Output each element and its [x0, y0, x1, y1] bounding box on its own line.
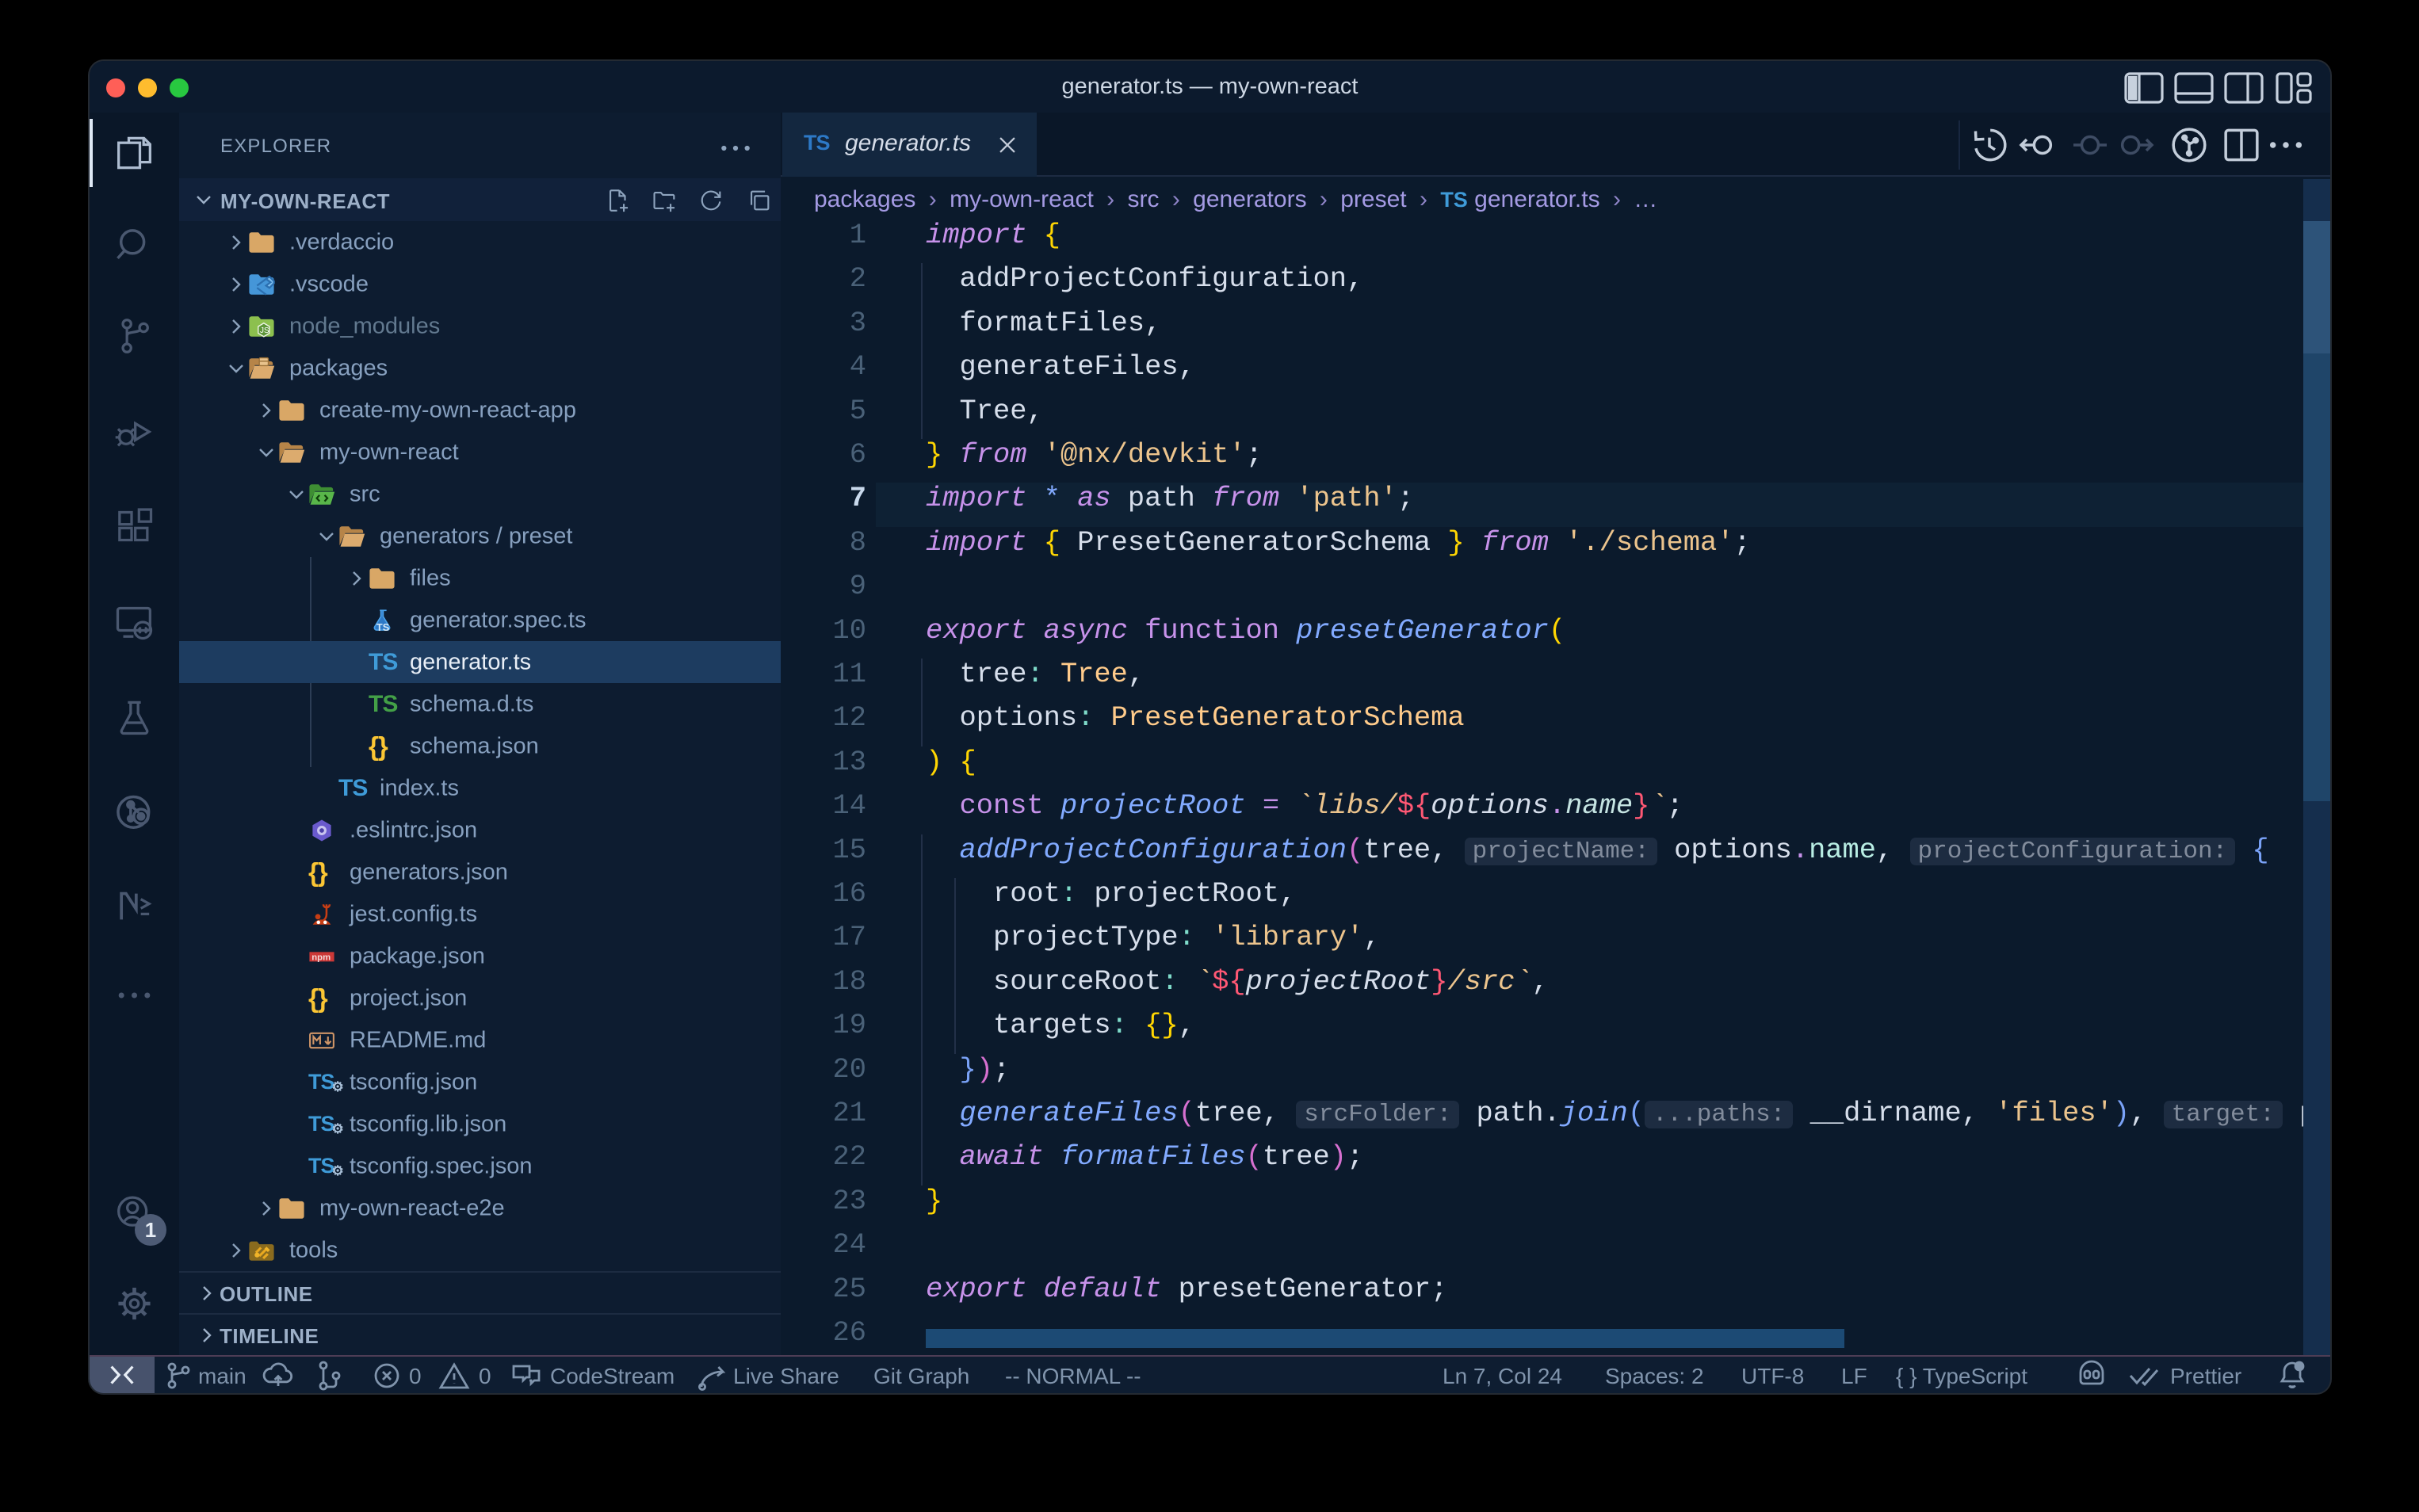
svg-text:npm: npm	[311, 953, 331, 962]
svg-text:TS: TS	[376, 620, 389, 632]
svg-text:JS: JS	[260, 326, 269, 334]
